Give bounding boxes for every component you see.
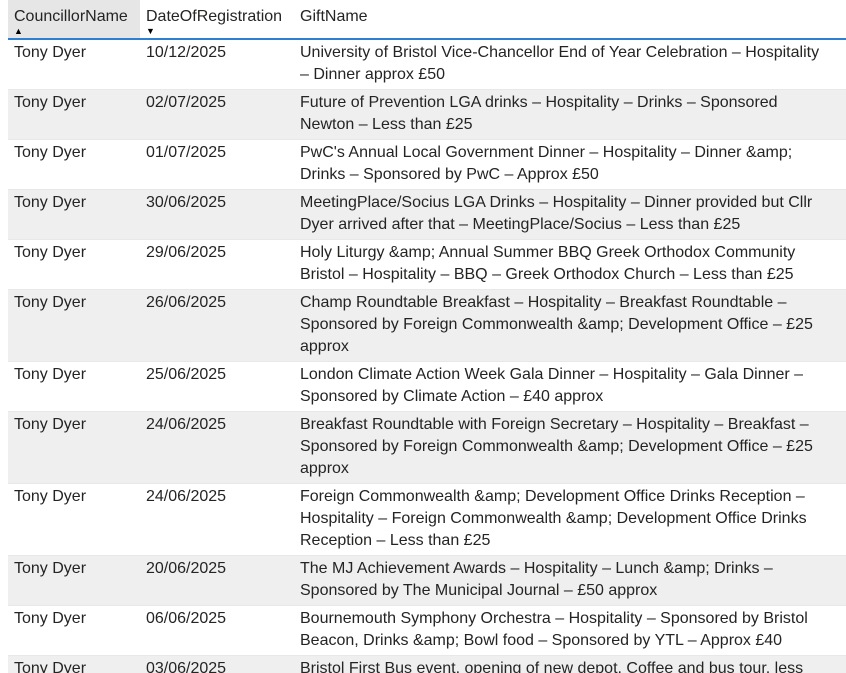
table-header: CouncillorName ▲ DateOfRegistration ▼ Gi…	[8, 0, 846, 40]
table-row[interactable]: Tony Dyer 20/06/2025 The MJ Achievement Aw…	[8, 556, 846, 606]
sort-descending-icon: ▼	[146, 26, 155, 36]
date-cell: 06/06/2025	[146, 610, 227, 627]
gift-name-cell: Bournemouth Symphony Orchestra – Hospita…	[300, 610, 808, 649]
date-cell: 10/12/2025	[146, 44, 227, 61]
gift-name-cell: Breakfast Roundtable with Foreign Secret…	[300, 416, 813, 477]
councillor-cell: Tony Dyer	[14, 660, 87, 673]
councillor-cell: Tony Dyer	[14, 366, 87, 383]
date-cell: 25/06/2025	[146, 366, 227, 383]
date-cell: 24/06/2025	[146, 488, 227, 505]
councillor-cell: Tony Dyer	[14, 44, 87, 61]
table-row[interactable]: Tony Dyer 29/06/2025 Holy Liturgy &amp; An…	[8, 240, 846, 290]
gift-name-cell: Holy Liturgy &amp; Annual Summer BBQ Gre…	[300, 244, 796, 283]
table-row[interactable]: Tony Dyer 02/07/2025 Future of Prevention …	[8, 90, 846, 140]
gift-name-cell: Foreign Commonwealth &amp; Development O…	[300, 488, 807, 549]
gift-name-cell: MeetingPlace/Socius LGA Drinks – Hospita…	[300, 194, 813, 233]
table-body: Tony Dyer 10/12/2025 University of Bristol…	[8, 40, 846, 673]
table-row[interactable]: Tony Dyer 24/06/2025 Breakfast Roundtable …	[8, 412, 846, 484]
table-row[interactable]: Tony Dyer 24/06/2025 Foreign Commonwealth …	[8, 484, 846, 556]
gift-name-cell: Champ Roundtable Breakfast – Hospitality…	[300, 294, 813, 355]
date-cell: 26/06/2025	[146, 294, 227, 311]
councillor-cell: Tony Dyer	[14, 416, 87, 433]
councillor-cell: Tony Dyer	[14, 560, 87, 577]
column-header-label: DateOfRegistration	[146, 8, 283, 25]
table-row[interactable]: Tony Dyer 26/06/2025 Champ Roundtable Brea…	[8, 290, 846, 362]
table-row[interactable]: Tony Dyer 25/06/2025 London Climate Action…	[8, 362, 846, 412]
date-cell: 24/06/2025	[146, 416, 227, 433]
date-cell: 20/06/2025	[146, 560, 227, 577]
gift-name-cell: The MJ Achievement Awards – Hospitality …	[300, 560, 773, 599]
table-row[interactable]: Tony Dyer 03/06/2025 Bristol First Bus eve…	[8, 656, 846, 673]
gift-name-cell: Future of Prevention LGA drinks – Hospit…	[300, 94, 778, 133]
table-row[interactable]: Tony Dyer 10/12/2025 University of Bristol…	[8, 40, 846, 90]
table-row[interactable]: Tony Dyer 30/06/2025 MeetingPlace/Socius L…	[8, 190, 846, 240]
councillor-cell: Tony Dyer	[14, 194, 87, 211]
column-header-gift-name[interactable]: GiftName	[294, 0, 846, 38]
column-header-label: GiftName	[300, 8, 368, 25]
gift-name-cell: Bristol First Bus event, opening of new …	[300, 660, 804, 673]
table-row[interactable]: Tony Dyer 01/07/2025 PwC's Annual Local Go…	[8, 140, 846, 190]
column-header-label: CouncillorName	[14, 8, 128, 25]
table-row[interactable]: Tony Dyer 06/06/2025 Bournemouth Symphony …	[8, 606, 846, 656]
date-cell: 03/06/2025	[146, 660, 227, 673]
date-cell: 02/07/2025	[146, 94, 227, 111]
councillor-cell: Tony Dyer	[14, 294, 87, 311]
gifts-table: CouncillorName ▲ DateOfRegistration ▼ Gi…	[8, 0, 846, 673]
column-header-date-of-registration[interactable]: DateOfRegistration ▼	[140, 0, 294, 38]
councillor-cell: Tony Dyer	[14, 488, 87, 505]
councillor-cell: Tony Dyer	[14, 144, 87, 161]
date-cell: 30/06/2025	[146, 194, 227, 211]
gift-name-cell: London Climate Action Week Gala Dinner –…	[300, 366, 804, 405]
sort-ascending-icon: ▲	[14, 26, 23, 36]
councillor-cell: Tony Dyer	[14, 610, 87, 627]
gift-name-cell: PwC's Annual Local Government Dinner – H…	[300, 144, 793, 183]
column-header-councillor-name[interactable]: CouncillorName ▲	[8, 0, 140, 38]
councillor-cell: Tony Dyer	[14, 94, 87, 111]
date-cell: 01/07/2025	[146, 144, 227, 161]
date-cell: 29/06/2025	[146, 244, 227, 261]
councillor-cell: Tony Dyer	[14, 244, 87, 261]
gift-name-cell: University of Bristol Vice-Chancellor En…	[300, 44, 820, 83]
